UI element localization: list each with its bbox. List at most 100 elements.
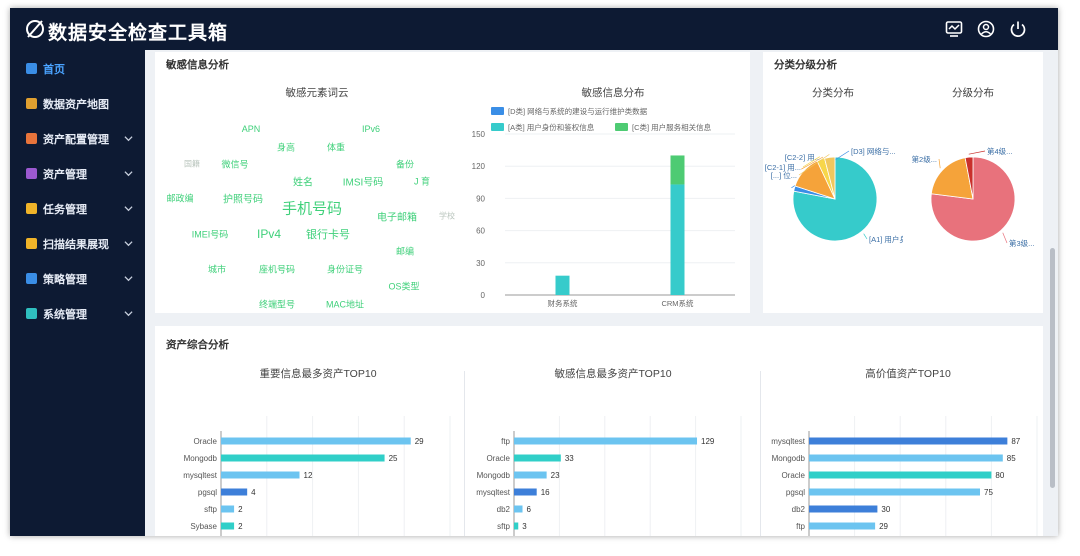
- scan-icon: [26, 238, 37, 249]
- stacked-bar-segment: [555, 275, 570, 295]
- chart-title: 敏感信息最多资产TOP10: [554, 368, 672, 380]
- cloud-word: IPv6: [361, 124, 381, 134]
- sidebar-item-home[interactable]: 首页: [10, 51, 145, 86]
- sidebar-item-label: 扫描结果展现: [43, 238, 109, 251]
- sidebar-item-data-asset-map[interactable]: 数据资产地图: [10, 86, 145, 121]
- app-window: 数据安全检查工具箱 首页 数据资产地图 资产配置管理 资产管理 任务管理 扫描结…: [10, 8, 1058, 536]
- power-icon[interactable]: [1008, 19, 1028, 39]
- value-label: 33: [565, 454, 574, 463]
- value-label: 4: [251, 488, 256, 497]
- sidebar-item-asset-management[interactable]: 资产管理: [10, 156, 145, 191]
- cloud-word: 手机号码: [281, 200, 343, 218]
- app-title: 数据安全检查工具箱: [48, 23, 229, 44]
- header-actions: [944, 19, 1028, 39]
- sidebar-item-asset-config[interactable]: 资产配置管理: [10, 121, 145, 156]
- cloud-word: 邮编: [395, 246, 415, 257]
- bar: [809, 454, 1003, 462]
- chevron-down-icon[interactable]: [124, 134, 133, 143]
- cloud-word: 学校: [439, 211, 455, 221]
- value-label: 29: [879, 522, 888, 531]
- bar: [514, 522, 519, 530]
- bar: [809, 471, 992, 479]
- bar: [221, 488, 248, 496]
- policy-icon: [26, 273, 37, 284]
- sidebar-item-label: 数据资产地图: [43, 98, 109, 111]
- sidebar-item-label: 系统管理: [43, 308, 87, 321]
- y-tick-label: 30: [476, 259, 485, 268]
- value-label: 3: [522, 522, 527, 531]
- chevron-down-icon[interactable]: [124, 274, 133, 283]
- cloud-word: 终端型号: [258, 299, 296, 310]
- cloud-word: 微信号: [221, 159, 249, 170]
- sidebar-item-label: 资产管理: [43, 168, 87, 181]
- cloud-word: 备份: [395, 159, 415, 170]
- value-label: 85: [1007, 454, 1016, 463]
- category-label: mysqltest: [476, 488, 511, 497]
- category-label: Oracle: [486, 454, 510, 463]
- home-icon: [26, 63, 37, 74]
- important-info-top10-chart: Oracle 29 Mongodb 25 mysqltest 12 pgsql 4 sftp 2 S…: [183, 416, 451, 536]
- value-label: 2: [238, 505, 243, 514]
- cloud-word: 城市: [207, 264, 227, 275]
- sidebar-item-task-management[interactable]: 任务管理: [10, 191, 145, 226]
- top-bar: 数据安全检查工具箱: [10, 8, 1058, 50]
- distribution-title: 敏感信息分布: [581, 87, 645, 99]
- bar: [514, 437, 698, 445]
- legend-label: [C类] 用户服务相关信息: [632, 122, 712, 132]
- cloud-word: 姓名: [293, 177, 313, 189]
- sidebar-item-policy-management[interactable]: 策略管理: [10, 261, 145, 296]
- value-label: 6: [527, 505, 532, 514]
- pie-label: 第3级...: [1009, 238, 1034, 248]
- value-label: 23: [551, 471, 560, 480]
- category-label: sftp: [497, 522, 510, 531]
- cloud-word: IPv4: [256, 227, 282, 241]
- pie-label: [C2-2] 用...: [785, 153, 821, 162]
- stacked-bar-segment: [670, 184, 685, 295]
- sidebar-item-scan-results[interactable]: 扫描结果展现: [10, 226, 145, 261]
- sensitive-distribution-chart: [D类] 网络与系统的建设与运行维护类数据 [A类] 用户身份和鉴权信息 [C类] …: [472, 106, 735, 308]
- bar: [221, 505, 235, 513]
- sidebar-item-label: 任务管理: [43, 203, 87, 216]
- sidebar: 首页 数据资产地图 资产配置管理 资产管理 任务管理 扫描结果展现 策略管理 系…: [10, 50, 145, 536]
- stacked-bar-segment: [670, 155, 685, 185]
- empty-set-icon: [26, 20, 44, 38]
- sidebar-item-system-management[interactable]: 系统管理: [10, 296, 145, 331]
- value-label: 25: [389, 454, 398, 463]
- chevron-down-icon[interactable]: [124, 239, 133, 248]
- bar: [809, 488, 980, 496]
- cloud-word: 银行卡号: [306, 229, 350, 241]
- bar: [221, 522, 235, 530]
- legend-label: [A类] 用户身份和鉴权信息: [508, 122, 595, 132]
- monitor-chart-icon[interactable]: [944, 19, 964, 39]
- user-circle-icon[interactable]: [976, 19, 996, 39]
- value-label: 29: [415, 437, 424, 446]
- legend-swatch: [491, 107, 504, 115]
- category-label: db2: [792, 505, 806, 514]
- pie-label-line: [968, 150, 986, 155]
- category-label: Oracle: [193, 437, 217, 446]
- cloud-word: 身份证号: [326, 264, 364, 275]
- pie-label-line: [938, 158, 941, 169]
- cloud-word: APN: [241, 124, 261, 134]
- category-label: Mongodb: [477, 471, 511, 480]
- page-scrollbar[interactable]: [1050, 248, 1055, 488]
- level-pie-chart: 第3级... 第2级... 第4级...: [912, 146, 1035, 248]
- chevron-down-icon[interactable]: [124, 204, 133, 213]
- category-label: Mongodb: [184, 454, 218, 463]
- asset-icon: [26, 168, 37, 179]
- section-title: 分类分级分析: [774, 59, 837, 71]
- value-label: 87: [1011, 437, 1020, 446]
- category-label: pgsql: [198, 488, 217, 497]
- chevron-down-icon[interactable]: [124, 309, 133, 318]
- bar: [514, 471, 547, 479]
- map-icon: [26, 98, 37, 109]
- sensitive-info-top10-chart: ftp 129 Oracle 33 Mongodb 23 mysqltest 16 db2 6 sf…: [476, 416, 742, 536]
- cloud-word: 邮政编: [166, 193, 194, 204]
- value-label: 12: [304, 471, 313, 480]
- sidebar-item-label: 首页: [43, 63, 65, 76]
- chart-title: 重要信息最多资产TOP10: [259, 368, 377, 380]
- category-label: db2: [497, 505, 511, 514]
- chevron-down-icon[interactable]: [124, 169, 133, 178]
- category-label: ftp: [796, 522, 805, 531]
- cloud-word: 体重: [326, 142, 346, 153]
